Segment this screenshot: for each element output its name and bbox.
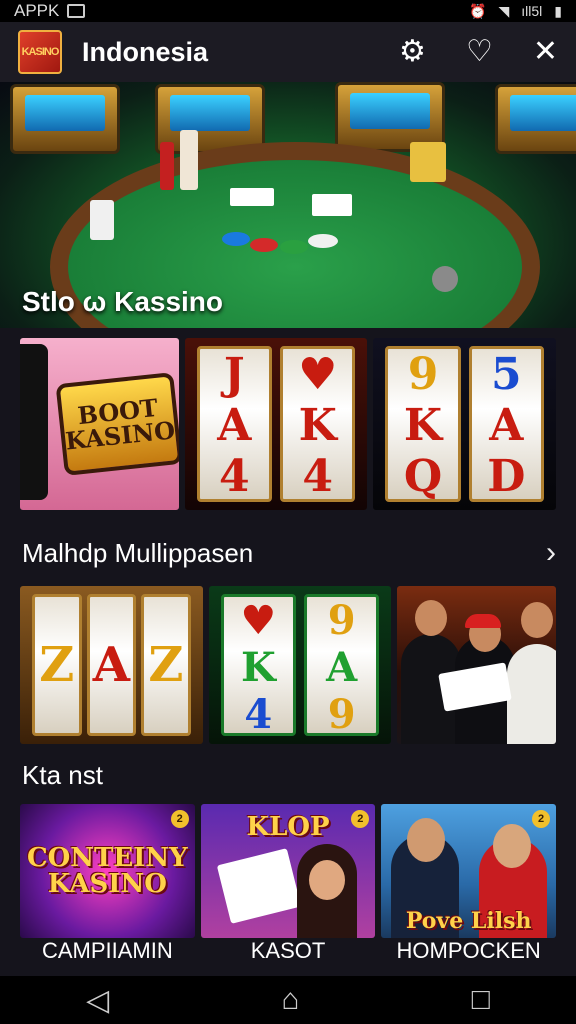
chip	[280, 240, 308, 254]
chip-stack	[410, 142, 446, 182]
game-row-multiplayer: Z A Z ♥ K 4 9 A 9	[20, 586, 557, 744]
chevron-right-icon[interactable]: ›	[546, 536, 556, 570]
promo-logo: KLOP	[246, 812, 330, 842]
promo-caption[interactable]: KASOT	[201, 938, 376, 964]
slot-reel: 9 K Q	[385, 346, 461, 502]
red-cap	[465, 614, 502, 628]
slot-reel: Z	[32, 594, 82, 736]
chip-stack	[180, 130, 198, 190]
promo-captions: CAMPIIAMIN KASOT HOMPOCKEN	[20, 938, 556, 964]
slot-reel: A	[86, 594, 137, 736]
slot-machine-image	[10, 84, 120, 154]
boot-kasino-logo: BOOT KASINO	[55, 372, 179, 476]
promo-caption[interactable]: CAMPIIAMIN	[20, 938, 195, 964]
battery-icon: ▮	[554, 2, 562, 19]
chip-stack	[90, 200, 114, 240]
ball	[432, 266, 458, 292]
hero-title: Stlo ω Kassino	[22, 286, 224, 317]
chip	[250, 238, 278, 252]
slot-reel: 9 A 9	[304, 594, 380, 738]
promo-tile-klop[interactable]: KLOP 2	[200, 804, 376, 938]
section-title: Malhdp Mullippasen	[22, 537, 254, 568]
promo-logo: Pove Lilsh	[405, 908, 532, 934]
home-icon[interactable]: ⌂	[281, 983, 299, 1017]
status-app-label: APPK	[14, 1, 60, 20]
promo-tile-pove-lilsh[interactable]: Pove Lilsh 2	[381, 804, 557, 938]
status-bar: APPK ⏰ ◥ ıll5l ▮	[0, 0, 576, 22]
heart-icon[interactable]: ♡	[466, 37, 493, 67]
coin-icon: 2	[532, 810, 551, 828]
alarm-icon: ⏰	[469, 2, 487, 19]
player-head	[415, 600, 448, 636]
app-logo[interactable]: KASINO	[18, 30, 62, 74]
chip	[308, 234, 338, 248]
recent-apps-icon[interactable]: □	[472, 983, 490, 1017]
promo-caption[interactable]: HOMPOCKEN	[381, 938, 556, 964]
game-tile-slot-jack[interactable]: J A 4 ♥ K 4	[184, 338, 368, 510]
gear-icon[interactable]: ⚙	[399, 37, 426, 67]
game-tile-poker-players[interactable]	[397, 586, 557, 744]
promo-logo: CONTEINY KASINO	[26, 843, 188, 899]
tools-icon[interactable]: ✕	[533, 37, 558, 67]
game-tile-slot-zaz[interactable]: Z A Z	[20, 586, 203, 744]
section-header-latest: Kta nst	[22, 760, 556, 791]
slot-reel: ♥ K 4	[220, 594, 297, 738]
card-stack	[312, 194, 352, 216]
playing-cards	[216, 848, 301, 924]
machine-edge	[20, 344, 48, 500]
promo-row: CONTEINY KASINO 2 KLOP 2 Pove Lilsh 2	[20, 804, 557, 938]
chip	[222, 232, 250, 246]
player-head	[308, 860, 345, 900]
section-title: Kta nst	[22, 760, 103, 790]
section-header-multiplayer[interactable]: Malhdp Mullippasen ›	[22, 536, 556, 570]
slot-reel: 5 A D	[468, 346, 545, 502]
player-head	[521, 602, 554, 638]
game-tile-slot-green[interactable]: ♥ K 4 9 A 9	[208, 586, 392, 744]
game-row-featured: BOOT KASINO J A 4 ♥ K 4 9 K Q 5 A D	[20, 338, 557, 510]
slot-machine-image	[495, 84, 576, 154]
hero-banner[interactable]: Stlo ω Kassino	[0, 82, 576, 328]
chip-stack	[160, 142, 174, 190]
slot-reel: J A 4	[196, 346, 273, 502]
coin-icon: 2	[170, 810, 189, 828]
notification-icon	[67, 4, 86, 18]
game-tile-boot-kasino[interactable]: BOOT KASINO	[20, 338, 179, 510]
app-bar: KASINO Indonesia ⚙ ♡ ✕	[0, 22, 576, 82]
player-figure	[507, 644, 557, 744]
wifi-icon: ◥	[498, 2, 510, 19]
game-tile-slot-king[interactable]: 9 K Q 5 A D	[373, 338, 557, 510]
back-icon[interactable]: ◁	[86, 983, 109, 1018]
system-nav-bar: ◁ ⌂ □	[0, 976, 576, 1024]
slot-reel: ♥ K 4	[280, 346, 356, 502]
page-title: Indonesia	[82, 36, 209, 67]
slot-reel: Z	[141, 594, 191, 736]
card-stack	[230, 188, 274, 206]
signal-strength: ıll5l	[521, 3, 543, 19]
promo-tile-conteiny[interactable]: CONTEINY KASINO 2	[20, 804, 195, 938]
